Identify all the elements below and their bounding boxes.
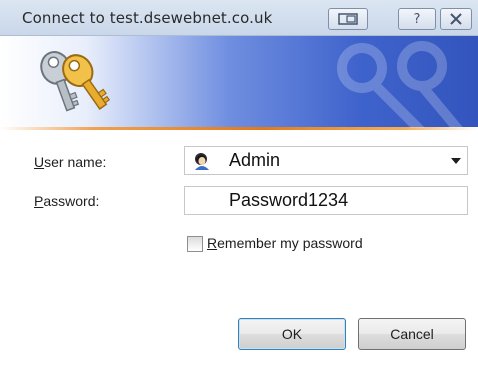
password-value: Password1234 xyxy=(229,190,349,210)
restore-icon xyxy=(338,13,358,25)
credentials-dialog: Connect to test.dsewebnet.co.uk ? User n… xyxy=(0,0,478,365)
user-icon xyxy=(195,153,209,170)
ok-button[interactable]: OK xyxy=(238,318,346,350)
password-label: Password: xyxy=(34,193,100,209)
password-field[interactable]: Password1234 xyxy=(184,186,468,215)
chevron-down-icon[interactable] xyxy=(451,158,461,164)
close-icon xyxy=(450,13,462,25)
remember-password-label[interactable]: Remember my password xyxy=(207,235,363,251)
title-bar[interactable]: Connect to test.dsewebnet.co.uk ? xyxy=(0,0,478,36)
cancel-button[interactable]: Cancel xyxy=(358,318,466,350)
username-label: User name: xyxy=(34,154,107,170)
username-combobox[interactable]: Admin xyxy=(184,146,468,175)
close-button[interactable] xyxy=(440,8,472,30)
keys-icon xyxy=(40,51,111,112)
help-button[interactable]: ? xyxy=(398,8,436,30)
keys-watermark-icon xyxy=(337,41,464,128)
help-icon: ? xyxy=(413,11,421,27)
remember-password-checkbox[interactable] xyxy=(187,236,203,252)
username-value: Admin xyxy=(229,150,281,170)
restore-button[interactable] xyxy=(328,8,368,30)
window-title: Connect to test.dsewebnet.co.uk xyxy=(22,9,273,27)
